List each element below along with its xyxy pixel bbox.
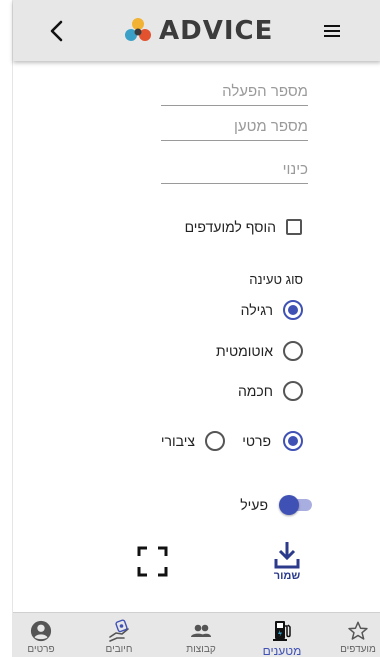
operation-number-input[interactable] (161, 78, 308, 104)
scan-frame-icon (137, 546, 168, 577)
save-button[interactable]: שמור (272, 541, 302, 587)
charge-type-option-smart[interactable]: חכמה (238, 381, 303, 401)
nav-label-groups: קבוצות (186, 644, 216, 655)
nav-item-favorites[interactable]: מועדפים (335, 613, 380, 657)
chevron-left-icon (50, 20, 63, 42)
logo-text: ADVICE (159, 16, 274, 46)
scan-qr-button[interactable] (137, 546, 168, 577)
star-outline-icon (348, 621, 368, 640)
back-button[interactable] (43, 17, 69, 45)
nav-label-favorites: מועדפים (340, 644, 376, 655)
nickname-input[interactable] (161, 156, 308, 182)
logo-mark-icon (125, 18, 151, 41)
charger-number-field (161, 113, 308, 141)
account-circle-icon (30, 620, 52, 642)
radio-automatic[interactable] (283, 341, 303, 361)
ownership-option-public[interactable]: ציבורי (161, 431, 225, 451)
radio-public[interactable] (205, 431, 225, 451)
app-frame: ADVICE הוסף למועדפים סוג טעינה רגילה אוט… (12, 0, 380, 657)
radio-smart[interactable] (283, 381, 303, 401)
ownership-private-label: פרטי (242, 433, 271, 449)
add-to-favorites-checkbox[interactable] (286, 219, 302, 235)
nav-label-chargers: מטענים (262, 644, 302, 657)
nav-item-details[interactable]: פרטים (19, 613, 63, 657)
brand-logo: ADVICE (123, 14, 273, 48)
charge-type-regular-label: רגילה (240, 302, 273, 318)
nickname-field (161, 156, 308, 184)
download-save-icon (274, 542, 300, 569)
charge-type-label: סוג טעינה (249, 272, 303, 287)
ownership-option-private[interactable]: פרטי (242, 431, 303, 451)
hamburger-menu-icon (324, 25, 340, 37)
menu-button[interactable] (320, 19, 344, 43)
active-label: פעיל (240, 497, 268, 513)
charger-number-input[interactable] (161, 113, 308, 139)
add-to-favorites-row[interactable]: הוסף למועדפים (185, 219, 302, 235)
ev-charger-icon (273, 621, 291, 641)
active-toggle-row[interactable]: פעיל (240, 495, 312, 515)
save-label: שמור (273, 570, 301, 582)
nav-item-groups[interactable]: קבוצות (179, 613, 223, 657)
bottom-navigation: פרטים חיובים קבוצות מטענים מועדפים (13, 612, 380, 657)
radio-private[interactable] (283, 431, 303, 451)
charge-type-smart-label: חכמה (237, 383, 273, 399)
charge-type-automatic-label: אוטומטית (216, 343, 273, 359)
nav-label-billing: חיובים (105, 644, 133, 655)
ownership-public-label: ציבורי (160, 433, 195, 449)
charge-type-option-regular[interactable]: רגילה (241, 300, 303, 320)
nav-item-chargers[interactable]: מטענים (257, 613, 307, 657)
add-to-favorites-label: הוסף למועדפים (184, 219, 276, 235)
billing-hand-icon (109, 619, 129, 642)
app-header: ADVICE (13, 0, 380, 61)
active-toggle-thumb (279, 495, 299, 515)
nav-item-billing[interactable]: חיובים (97, 613, 141, 657)
operation-number-field (161, 78, 308, 106)
group-icon (191, 624, 211, 637)
active-toggle[interactable] (279, 495, 312, 515)
charge-type-option-automatic[interactable]: אוטומטית (216, 341, 303, 361)
nav-label-details: פרטים (27, 644, 55, 655)
radio-regular[interactable] (283, 300, 303, 320)
